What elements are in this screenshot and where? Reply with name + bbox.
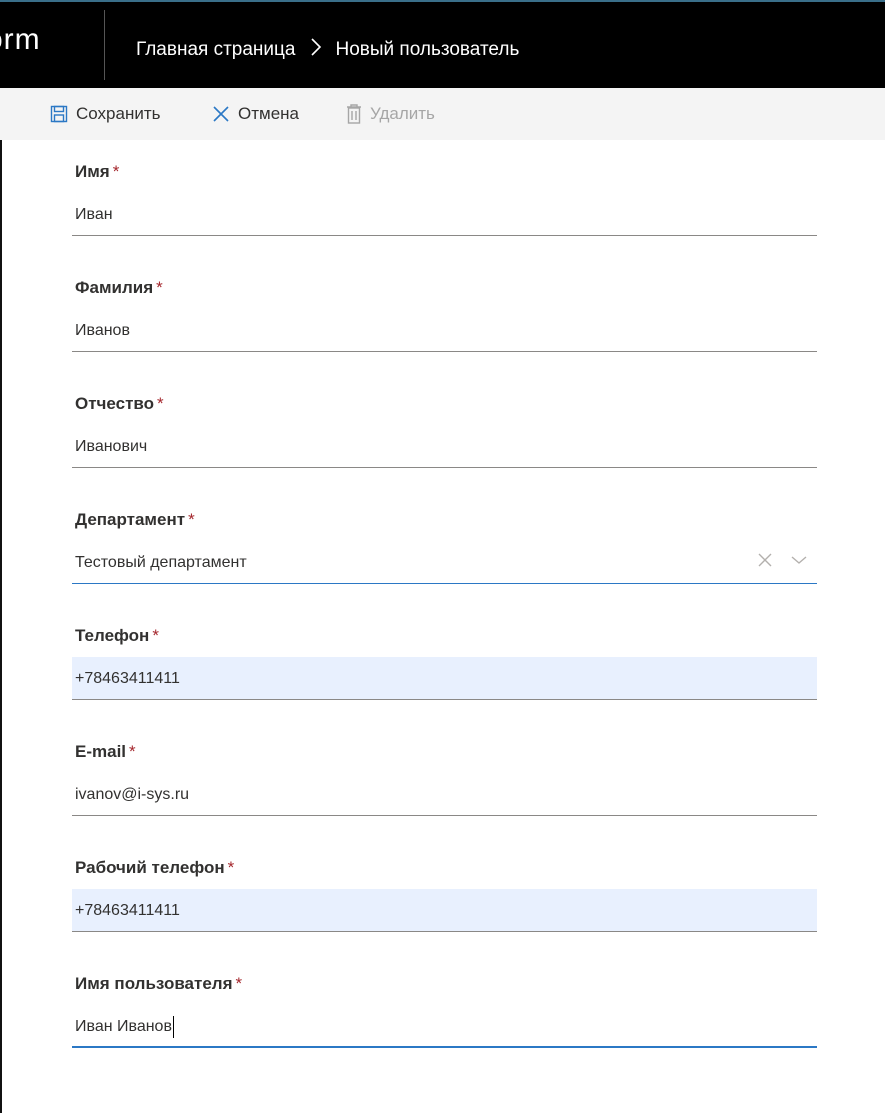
- brand-divider: [104, 10, 105, 80]
- field-department: Департамент * Тестовый департамент: [72, 488, 817, 604]
- save-button[interactable]: Сохранить: [50, 100, 160, 128]
- chevron-right-icon: [310, 38, 322, 62]
- field-patronymic: Отчество * Иванович: [72, 372, 817, 488]
- username-input[interactable]: Иван Иванов: [72, 1005, 817, 1048]
- field-label: Департамент *: [75, 510, 195, 529]
- chevron-down-icon[interactable]: [791, 555, 807, 565]
- required-marker: *: [235, 974, 243, 993]
- required-marker: *: [112, 162, 120, 181]
- app-brand[interactable]: orm: [0, 20, 86, 60]
- field-label: E-mail *: [75, 742, 136, 761]
- field-label: Имя пользователя *: [75, 974, 243, 993]
- delete-label: Удалить: [370, 104, 435, 123]
- work-phone-input[interactable]: +78463411411: [72, 889, 817, 932]
- first-name-input[interactable]: Иван: [72, 193, 817, 236]
- required-marker: *: [156, 278, 163, 297]
- department-value: Тестовый департамент: [75, 554, 247, 571]
- phone-input[interactable]: +78463411411: [72, 657, 817, 700]
- field-work-phone: Рабочий телефон * +78463411411: [72, 836, 817, 952]
- breadcrumb-current: Новый пользователь: [335, 39, 520, 60]
- required-marker: *: [157, 394, 164, 413]
- field-label: Отчество *: [75, 394, 164, 413]
- clear-icon[interactable]: [757, 552, 773, 568]
- required-marker: *: [129, 742, 136, 761]
- delete-button[interactable]: Удалить: [346, 100, 435, 128]
- cancel-button[interactable]: Отмена: [212, 100, 299, 128]
- top-header-bar: orm Главная страница Новый пользователь: [0, 0, 885, 88]
- cancel-label: Отмена: [238, 104, 299, 123]
- breadcrumb: Главная страница Новый пользователь: [136, 38, 519, 62]
- required-marker: *: [188, 510, 195, 529]
- user-form: Имя * Иван Фамилия * Иванов Отчество * Иван…: [72, 140, 817, 1068]
- field-label: Имя *: [75, 162, 120, 181]
- field-username: Имя пользователя * Иван Иванов: [72, 952, 817, 1068]
- field-first-name: Имя * Иван: [72, 140, 817, 256]
- command-toolbar: Сохранить Отмена Удалить: [0, 88, 885, 140]
- username-value: Иван Иванов: [75, 1018, 172, 1035]
- field-email: E-mail * ivanov@i-sys.ru: [72, 720, 817, 836]
- department-dropdown[interactable]: Тестовый департамент: [72, 541, 817, 584]
- email-input[interactable]: ivanov@i-sys.ru: [72, 773, 817, 816]
- text-cursor: [172, 1015, 174, 1038]
- required-marker: *: [227, 858, 235, 877]
- trash-icon: [346, 104, 362, 124]
- field-phone: Телефон * +78463411411: [72, 604, 817, 720]
- required-marker: *: [152, 626, 159, 645]
- breadcrumb-home[interactable]: Главная страница: [136, 39, 296, 61]
- last-name-input[interactable]: Иванов: [72, 309, 817, 352]
- save-icon: [50, 105, 68, 123]
- save-label: Сохранить: [76, 104, 161, 123]
- window-left-border: [0, 0, 2, 1113]
- close-icon: [212, 105, 230, 123]
- field-label: Рабочий телефон *: [75, 858, 235, 877]
- field-label: Фамилия *: [75, 278, 163, 297]
- patronymic-input[interactable]: Иванович: [72, 425, 817, 468]
- field-last-name: Фамилия * Иванов: [72, 256, 817, 372]
- field-label: Телефон *: [75, 626, 159, 645]
